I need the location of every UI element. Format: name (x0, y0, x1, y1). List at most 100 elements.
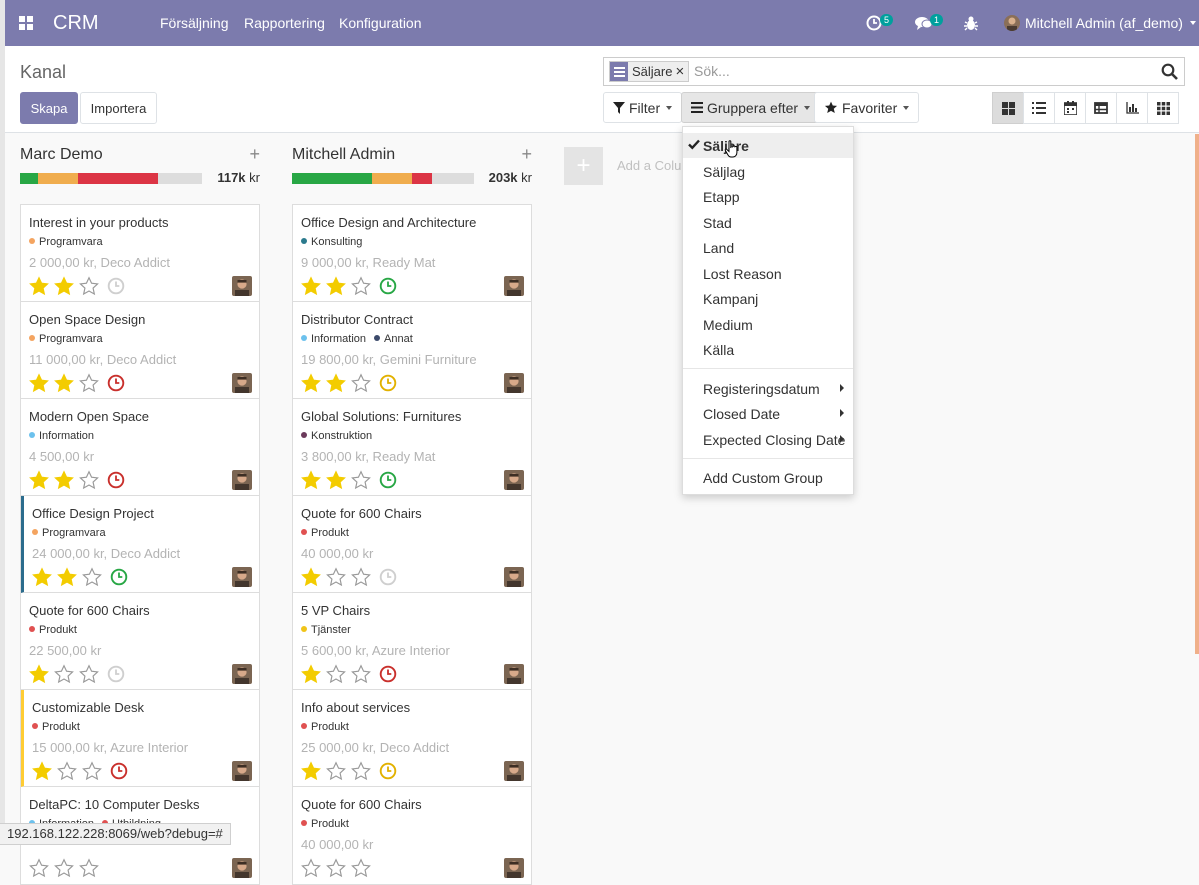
progress-segment[interactable] (412, 173, 433, 184)
kanban-card[interactable]: Office Design Project Programvara 24 000… (21, 496, 259, 593)
activity-clock-icon[interactable] (379, 277, 397, 295)
activity-clock-icon[interactable] (379, 762, 397, 780)
kanban-card[interactable]: Global Solutions: Furnitures Konstruktio… (293, 399, 531, 496)
priority-star-icon[interactable] (57, 761, 77, 781)
priority-star-icon[interactable] (326, 664, 346, 684)
priority-star-icon[interactable] (301, 664, 321, 684)
facet-remove-icon[interactable]: × (675, 64, 688, 79)
search-icon[interactable] (1161, 63, 1178, 83)
apps-menu-icon[interactable] (11, 0, 41, 46)
priority-star-icon[interactable] (29, 373, 49, 393)
activity-clock-icon[interactable] (379, 374, 397, 392)
groupby-item-salesperson[interactable]: Säljare (683, 133, 853, 158)
kanban-card[interactable]: Open Space Design Programvara 11 000,00 … (21, 302, 259, 399)
priority-star-icon[interactable] (326, 276, 346, 296)
kanban-card[interactable]: Office Design and Architecture Konsultin… (293, 205, 531, 302)
activity-clock-icon[interactable] (107, 665, 125, 683)
activity-clock-icon[interactable] (379, 665, 397, 683)
progress-segment[interactable] (78, 173, 159, 184)
quick-create-icon[interactable]: + (521, 144, 532, 165)
priority-star-icon[interactable] (54, 858, 74, 878)
priority-star-icon[interactable] (32, 567, 52, 587)
kanban-card[interactable]: Quote for 600 Chairs Produkt 22 500,00 k… (21, 593, 259, 690)
create-button[interactable]: Skapa (20, 92, 78, 124)
priority-star-icon[interactable] (351, 761, 371, 781)
calendar-view-icon[interactable] (1054, 92, 1086, 124)
activity-clock-icon[interactable] (107, 374, 125, 392)
priority-star-icon[interactable] (326, 470, 346, 490)
priority-star-icon[interactable] (54, 470, 74, 490)
priority-star-icon[interactable] (351, 276, 371, 296)
priority-star-icon[interactable] (301, 858, 321, 878)
progress-segment[interactable] (20, 173, 39, 184)
groupby-item-country[interactable]: Land (683, 235, 853, 260)
priority-star-icon[interactable] (82, 761, 102, 781)
priority-star-icon[interactable] (54, 373, 74, 393)
groupby-item-expected-closing[interactable]: Expected Closing Date (683, 427, 853, 452)
add-custom-group[interactable]: Add Custom Group (683, 465, 853, 490)
groupby-item-medium[interactable]: Medium (683, 312, 853, 337)
user-menu[interactable]: Mitchell Admin (af_demo) (1004, 0, 1196, 46)
activity-clock-icon[interactable] (379, 471, 397, 489)
kanban-card[interactable]: Modern Open Space Information 4 500,00 k… (21, 399, 259, 496)
groupby-item-source[interactable]: Källa (683, 337, 853, 362)
app-brand[interactable]: CRM (53, 0, 99, 46)
pivot-view-icon[interactable] (1085, 92, 1117, 124)
groupby-item-create-date[interactable]: Registeringsdatum (683, 376, 853, 401)
kanban-card[interactable]: Quote for 600 Chairs Produkt 40 000,00 k… (293, 787, 531, 884)
priority-star-icon[interactable] (54, 664, 74, 684)
filter-button[interactable]: Filter (603, 92, 683, 123)
priority-star-icon[interactable] (326, 761, 346, 781)
priority-star-icon[interactable] (29, 470, 49, 490)
activity-clock-icon[interactable] (110, 568, 128, 586)
kanban-card[interactable]: Info about services Produkt 25 000,00 kr… (293, 690, 531, 787)
priority-star-icon[interactable] (57, 567, 77, 587)
priority-star-icon[interactable] (351, 858, 371, 878)
priority-star-icon[interactable] (29, 858, 49, 878)
priority-star-icon[interactable] (79, 470, 99, 490)
groupby-item-lost-reason[interactable]: Lost Reason (683, 261, 853, 286)
activity-clock-icon[interactable] (379, 568, 397, 586)
progress-segment[interactable] (372, 173, 413, 184)
priority-star-icon[interactable] (326, 567, 346, 587)
priority-star-icon[interactable] (29, 664, 49, 684)
kanban-card[interactable]: Distributor Contract Information Annat 19… (293, 302, 531, 399)
groupby-item-stage[interactable]: Etapp (683, 184, 853, 209)
menu-reporting[interactable]: Rapportering (244, 0, 325, 46)
kanban-card[interactable]: Quote for 600 Chairs Produkt 40 000,00 k… (293, 496, 531, 593)
progress-segment[interactable] (292, 173, 373, 184)
activity-clock-icon[interactable] (107, 277, 125, 295)
priority-star-icon[interactable] (301, 470, 321, 490)
groupby-button[interactable]: Gruppera efter (681, 92, 821, 123)
list-view-icon[interactable] (1023, 92, 1055, 124)
debug-bug-icon[interactable] (964, 0, 978, 46)
priority-star-icon[interactable] (351, 470, 371, 490)
priority-star-icon[interactable] (326, 858, 346, 878)
progress-segment[interactable] (38, 173, 79, 184)
priority-star-icon[interactable] (351, 567, 371, 587)
graph-view-icon[interactable] (1116, 92, 1148, 124)
column-title[interactable]: Marc Demo (20, 146, 103, 164)
favorites-button[interactable]: Favoriter (814, 92, 920, 123)
priority-star-icon[interactable] (29, 276, 49, 296)
kanban-card[interactable]: Interest in your products Programvara 2 … (21, 205, 259, 302)
priority-star-icon[interactable] (351, 373, 371, 393)
priority-star-icon[interactable] (32, 761, 52, 781)
progress-segment[interactable] (158, 173, 202, 184)
priority-star-icon[interactable] (79, 276, 99, 296)
priority-star-icon[interactable] (351, 664, 371, 684)
column-title[interactable]: Mitchell Admin (292, 146, 395, 164)
priority-star-icon[interactable] (301, 567, 321, 587)
groupby-item-closed-date[interactable]: Closed Date (683, 401, 853, 426)
priority-star-icon[interactable] (79, 373, 99, 393)
priority-star-icon[interactable] (326, 373, 346, 393)
priority-star-icon[interactable] (54, 276, 74, 296)
quick-create-icon[interactable]: + (249, 144, 260, 165)
priority-star-icon[interactable] (301, 373, 321, 393)
menu-configuration[interactable]: Konfiguration (339, 0, 422, 46)
kanban-view-icon[interactable] (992, 92, 1024, 124)
add-column-button[interactable]: + (564, 147, 603, 185)
priority-star-icon[interactable] (301, 276, 321, 296)
menu-sales[interactable]: Försäljning (160, 0, 228, 46)
import-button[interactable]: Importera (80, 92, 157, 124)
